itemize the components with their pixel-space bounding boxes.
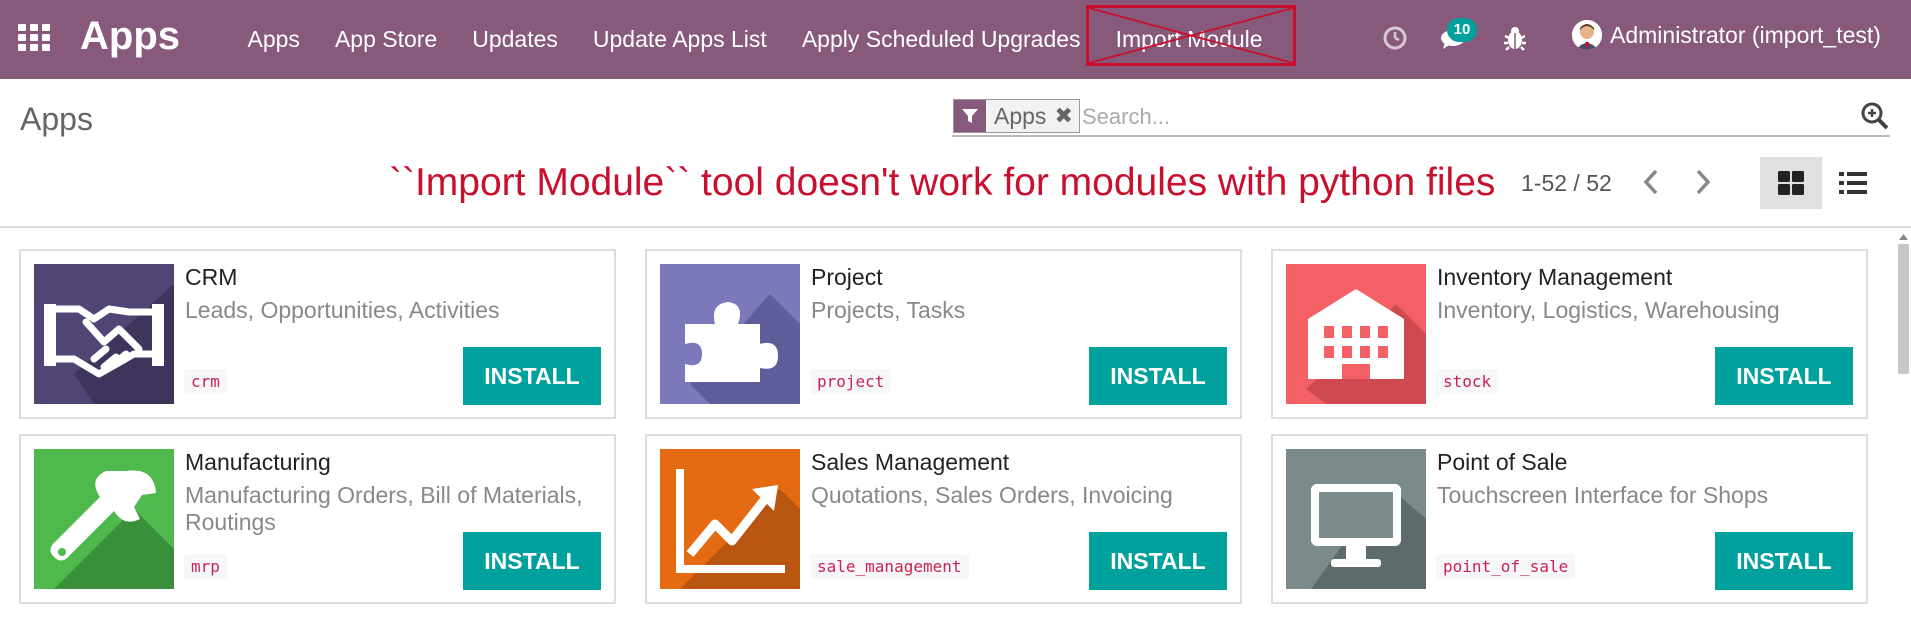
app-name: Point of Sale xyxy=(1437,449,1568,475)
app-technical-name: point_of_sale xyxy=(1436,554,1576,579)
clock-icon[interactable] xyxy=(1381,24,1409,52)
install-button[interactable]: INSTALL xyxy=(1715,532,1853,590)
app-technical-name: sale_management xyxy=(810,554,969,579)
pager-next-icon[interactable] xyxy=(1691,166,1715,198)
bug-icon[interactable] xyxy=(1501,24,1529,52)
app-card-inventory[interactable]: Inventory Management Inventory, Logistic… xyxy=(1271,249,1868,419)
menu-item-apps[interactable]: Apps xyxy=(248,26,300,53)
annotation-note: ``Import Module`` tool doesn't work for … xyxy=(389,161,1496,204)
app-name: CRM xyxy=(185,264,238,290)
search-options-icon[interactable] xyxy=(1860,101,1890,131)
monitor-icon xyxy=(1286,449,1426,589)
app-summary: Projects, Tasks xyxy=(811,297,966,323)
menu-item-app-store[interactable]: App Store xyxy=(335,26,437,53)
divider xyxy=(0,226,1911,228)
app-summary: Inventory, Logistics, Warehousing xyxy=(1437,297,1780,323)
app-card-crm[interactable]: CRM Leads, Opportunities, Activities crm… xyxy=(19,249,616,419)
user-name: Administrator (import_test) xyxy=(1610,21,1881,48)
scroll-up-icon[interactable] xyxy=(1896,230,1911,244)
user-menu[interactable]: Administrator (import_test) xyxy=(1572,20,1881,50)
app-technical-name: crm xyxy=(184,369,227,394)
top-navbar: Apps Apps App Store Updates Update Apps … xyxy=(0,0,1911,79)
menu-item-apply-scheduled-upgrades[interactable]: Apply Scheduled Upgrades xyxy=(802,26,1081,53)
remove-facet-icon[interactable]: ✖ xyxy=(1054,100,1079,132)
menu-item-import-module[interactable]: Import Module xyxy=(1116,26,1263,53)
avatar xyxy=(1572,20,1602,50)
handshake-icon xyxy=(34,264,174,404)
warehouse-icon xyxy=(1286,264,1426,404)
messages-count-badge: 10 xyxy=(1447,18,1477,42)
scrollbar-thumb[interactable] xyxy=(1898,244,1909,374)
app-card-project[interactable]: Project Projects, Tasks project INSTALL xyxy=(645,249,1242,419)
pager-value[interactable]: 1-52 / 52 xyxy=(1521,170,1612,197)
install-button[interactable]: INSTALL xyxy=(1089,532,1227,590)
kanban-view-icon[interactable] xyxy=(1760,157,1822,209)
install-button[interactable]: INSTALL xyxy=(463,532,601,590)
wrench-icon xyxy=(34,449,174,589)
main-menu: Apps App Store Updates Update Apps List … xyxy=(230,0,1280,79)
pager-previous-icon[interactable] xyxy=(1639,166,1663,198)
app-card-manufacturing[interactable]: Manufacturing Manufacturing Orders, Bill… xyxy=(19,434,616,604)
search-input[interactable] xyxy=(1082,101,1802,133)
app-summary: Manufacturing Orders, Bill of Materials,… xyxy=(185,482,583,535)
install-button[interactable]: INSTALL xyxy=(1715,347,1853,405)
filter-icon xyxy=(954,100,986,132)
install-button[interactable]: INSTALL xyxy=(1089,347,1227,405)
page-title: Apps xyxy=(20,101,93,137)
app-name: Project xyxy=(811,264,883,290)
app-technical-name: stock xyxy=(1436,369,1499,394)
app-name: Inventory Management xyxy=(1437,264,1673,290)
list-view-icon[interactable] xyxy=(1822,157,1884,209)
app-summary: Quotations, Sales Orders, Invoicing xyxy=(811,482,1173,508)
app-card-point-of-sale[interactable]: Point of Sale Touchscreen Interface for … xyxy=(1271,434,1868,604)
app-technical-name: project xyxy=(810,369,892,394)
puzzle-icon xyxy=(660,264,800,404)
app-technical-name: mrp xyxy=(184,554,227,579)
brand-title: Apps xyxy=(80,14,180,58)
app-summary: Leads, Opportunities, Activities xyxy=(185,297,500,323)
apps-grid-icon[interactable] xyxy=(18,24,52,52)
app-name: Sales Management xyxy=(811,449,1010,475)
install-button[interactable]: INSTALL xyxy=(463,347,601,405)
app-card-sales[interactable]: Sales Management Quotations, Sales Order… xyxy=(645,434,1242,604)
search-bar: Apps ✖ xyxy=(952,97,1890,137)
search-facet: Apps ✖ xyxy=(953,99,1080,133)
menu-item-update-apps-list[interactable]: Update Apps List xyxy=(593,26,767,53)
facet-value: Apps xyxy=(986,100,1055,132)
app-summary: Touchscreen Interface for Shops xyxy=(1437,482,1769,508)
chart-icon xyxy=(660,449,800,589)
app-name: Manufacturing xyxy=(185,449,331,475)
menu-item-updates[interactable]: Updates xyxy=(472,26,558,53)
